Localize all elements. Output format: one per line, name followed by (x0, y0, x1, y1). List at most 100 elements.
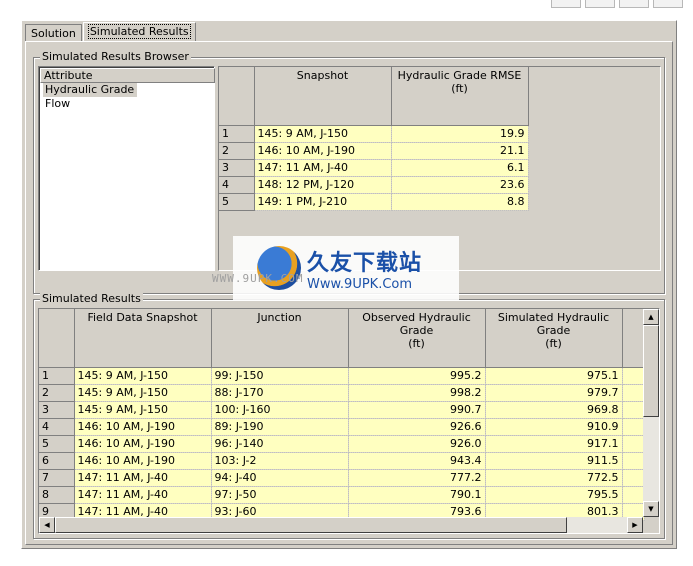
cell-field-data-snapshot[interactable]: 145: 9 AM, J-150 (74, 367, 212, 385)
table-row[interactable]: 2 145: 9 AM, J-150 88: J-170 998.2 979.7 (39, 384, 645, 402)
cell-observed[interactable]: 990.7 (348, 401, 486, 419)
table-row[interactable]: 4 146: 10 AM, J-190 89: J-190 926.6 910.9 (39, 418, 645, 436)
cell-extra (622, 435, 645, 453)
table-row[interactable]: 7 147: 11 AM, J-40 94: J-40 777.2 772.5 (39, 469, 645, 487)
column-header-field-data-snapshot[interactable]: Field Data Snapshot (74, 309, 212, 368)
column-header-junction[interactable]: Junction (211, 309, 349, 368)
table-row[interactable]: 8 147: 11 AM, J-40 97: J-50 790.1 795.5 (39, 486, 645, 504)
cell-rmse[interactable]: 23.6 (391, 176, 529, 194)
table-row[interactable]: 4 148: 12 PM, J-120 23.6 (219, 176, 529, 194)
cell-observed[interactable]: 790.1 (348, 486, 486, 504)
cell-snapshot[interactable]: 146: 10 AM, J-190 (254, 142, 392, 160)
row-number[interactable]: 3 (39, 401, 75, 419)
toolbar-icon-1[interactable] (551, 0, 581, 8)
cell-simulated[interactable]: 911.5 (485, 452, 623, 470)
cell-field-data-snapshot[interactable]: 145: 9 AM, J-150 (74, 384, 212, 402)
column-header-rmse[interactable]: Hydraulic Grade RMSE (ft) (391, 67, 529, 126)
cell-rmse[interactable]: 6.1 (391, 159, 529, 177)
vertical-scrollbar[interactable]: ▲ ▼ (643, 309, 659, 517)
cell-junction[interactable]: 97: J-50 (211, 486, 349, 504)
cell-field-data-snapshot[interactable]: 147: 11 AM, J-40 (74, 486, 212, 504)
watermark-url: Www.9UPK.Com (307, 276, 413, 292)
cell-snapshot[interactable]: 145: 9 AM, J-150 (254, 125, 392, 143)
table-row[interactable]: 3 145: 9 AM, J-150 100: J-160 990.7 969.8 (39, 401, 645, 419)
table-row[interactable]: 5 149: 1 PM, J-210 8.8 (219, 193, 529, 211)
cell-simulated[interactable]: 917.1 (485, 435, 623, 453)
horizontal-scrollbar[interactable]: ◀ ▶ (39, 517, 643, 533)
column-header-simulated-hydraulic-grade[interactable]: Simulated Hydraulic Grade (ft) (485, 309, 623, 368)
cell-field-data-snapshot[interactable]: 146: 10 AM, J-190 (74, 418, 212, 436)
cell-simulated[interactable]: 910.9 (485, 418, 623, 436)
table-row[interactable]: 3 147: 11 AM, J-40 6.1 (219, 159, 529, 177)
cell-observed[interactable]: 926.0 (348, 435, 486, 453)
row-number[interactable]: 5 (219, 193, 255, 211)
cell-junction[interactable]: 99: J-150 (211, 367, 349, 385)
simulated-results-group: Simulated Results Field Data Snapshot Ju… (33, 292, 665, 539)
row-number[interactable]: 8 (39, 486, 75, 504)
cell-field-data-snapshot[interactable]: 146: 10 AM, J-190 (74, 435, 212, 453)
table-row[interactable]: 2 146: 10 AM, J-190 21.1 (219, 142, 529, 160)
cell-simulated[interactable]: 975.1 (485, 367, 623, 385)
table-row[interactable]: 6 146: 10 AM, J-190 103: J-2 943.4 911.5 (39, 452, 645, 470)
simulated-results-grid: Field Data Snapshot Junction Observed Hy… (38, 308, 660, 534)
corner-header (219, 67, 255, 126)
tab-solution[interactable]: Solution (25, 24, 82, 41)
corner-header (39, 309, 75, 368)
scroll-down-button[interactable]: ▼ (643, 501, 659, 517)
attribute-list[interactable]: Attribute Hydraulic Grade Flow (38, 66, 215, 271)
cell-field-data-snapshot[interactable]: 145: 9 AM, J-150 (74, 401, 212, 419)
row-number[interactable]: 7 (39, 469, 75, 487)
cell-rmse[interactable]: 19.9 (391, 125, 529, 143)
cell-snapshot[interactable]: 148: 12 PM, J-120 (254, 176, 392, 194)
row-number[interactable]: 2 (219, 142, 255, 160)
toolbar-icon-4[interactable] (653, 0, 683, 8)
attribute-item-hydraulic-grade[interactable]: Hydraulic Grade (43, 83, 138, 97)
row-number[interactable]: 4 (39, 418, 75, 436)
cell-junction[interactable]: 89: J-190 (211, 418, 349, 436)
scroll-up-button[interactable]: ▲ (643, 309, 659, 325)
cell-observed[interactable]: 926.6 (348, 418, 486, 436)
attribute-item-flow[interactable]: Flow (39, 97, 214, 111)
cell-simulated[interactable]: 979.7 (485, 384, 623, 402)
cell-rmse[interactable]: 21.1 (391, 142, 529, 160)
toolbar-icon-2[interactable] (585, 0, 615, 8)
cell-junction[interactable]: 94: J-40 (211, 469, 349, 487)
cell-observed[interactable]: 943.4 (348, 452, 486, 470)
row-number[interactable]: 1 (39, 367, 75, 385)
cell-snapshot[interactable]: 149: 1 PM, J-210 (254, 193, 392, 211)
scroll-right-button[interactable]: ▶ (627, 517, 643, 533)
cell-simulated[interactable]: 795.5 (485, 486, 623, 504)
cell-observed[interactable]: 998.2 (348, 384, 486, 402)
row-number[interactable]: 2 (39, 384, 75, 402)
column-header-observed-hydraulic-grade[interactable]: Observed Hydraulic Grade (ft) (348, 309, 486, 368)
cell-junction[interactable]: 103: J-2 (211, 452, 349, 470)
cell-junction[interactable]: 88: J-170 (211, 384, 349, 402)
row-number[interactable]: 1 (219, 125, 255, 143)
scroll-thumb[interactable] (643, 325, 659, 417)
row-number[interactable]: 6 (39, 452, 75, 470)
cell-junction[interactable]: 100: J-160 (211, 401, 349, 419)
tab-simulated-results[interactable]: Simulated Results (82, 22, 196, 41)
tab-strip: Solution Simulated Results (25, 22, 197, 41)
row-number[interactable]: 3 (219, 159, 255, 177)
cell-snapshot[interactable]: 147: 11 AM, J-40 (254, 159, 392, 177)
attribute-list-header: Attribute (40, 68, 215, 83)
table-row[interactable]: 1 145: 9 AM, J-150 19.9 (219, 125, 529, 143)
table-row[interactable]: 5 146: 10 AM, J-190 96: J-140 926.0 917.1 (39, 435, 645, 453)
toolbar-icon-3[interactable] (619, 0, 649, 8)
scroll-left-button[interactable]: ◀ (39, 517, 55, 533)
cell-junction[interactable]: 96: J-140 (211, 435, 349, 453)
cell-rmse[interactable]: 8.8 (391, 193, 529, 211)
cell-observed[interactable]: 777.2 (348, 469, 486, 487)
row-number[interactable]: 4 (219, 176, 255, 194)
table-row[interactable]: 1 145: 9 AM, J-150 99: J-150 995.2 975.1 (39, 367, 645, 385)
watermark-overlay: 久友下载站 Www.9UPK.Com (233, 236, 459, 300)
horizontal-scroll-thumb[interactable] (55, 517, 567, 533)
cell-field-data-snapshot[interactable]: 147: 11 AM, J-40 (74, 469, 212, 487)
column-header-snapshot[interactable]: Snapshot (254, 67, 392, 126)
cell-observed[interactable]: 995.2 (348, 367, 486, 385)
cell-simulated[interactable]: 969.8 (485, 401, 623, 419)
row-number[interactable]: 5 (39, 435, 75, 453)
cell-field-data-snapshot[interactable]: 146: 10 AM, J-190 (74, 452, 212, 470)
cell-simulated[interactable]: 772.5 (485, 469, 623, 487)
